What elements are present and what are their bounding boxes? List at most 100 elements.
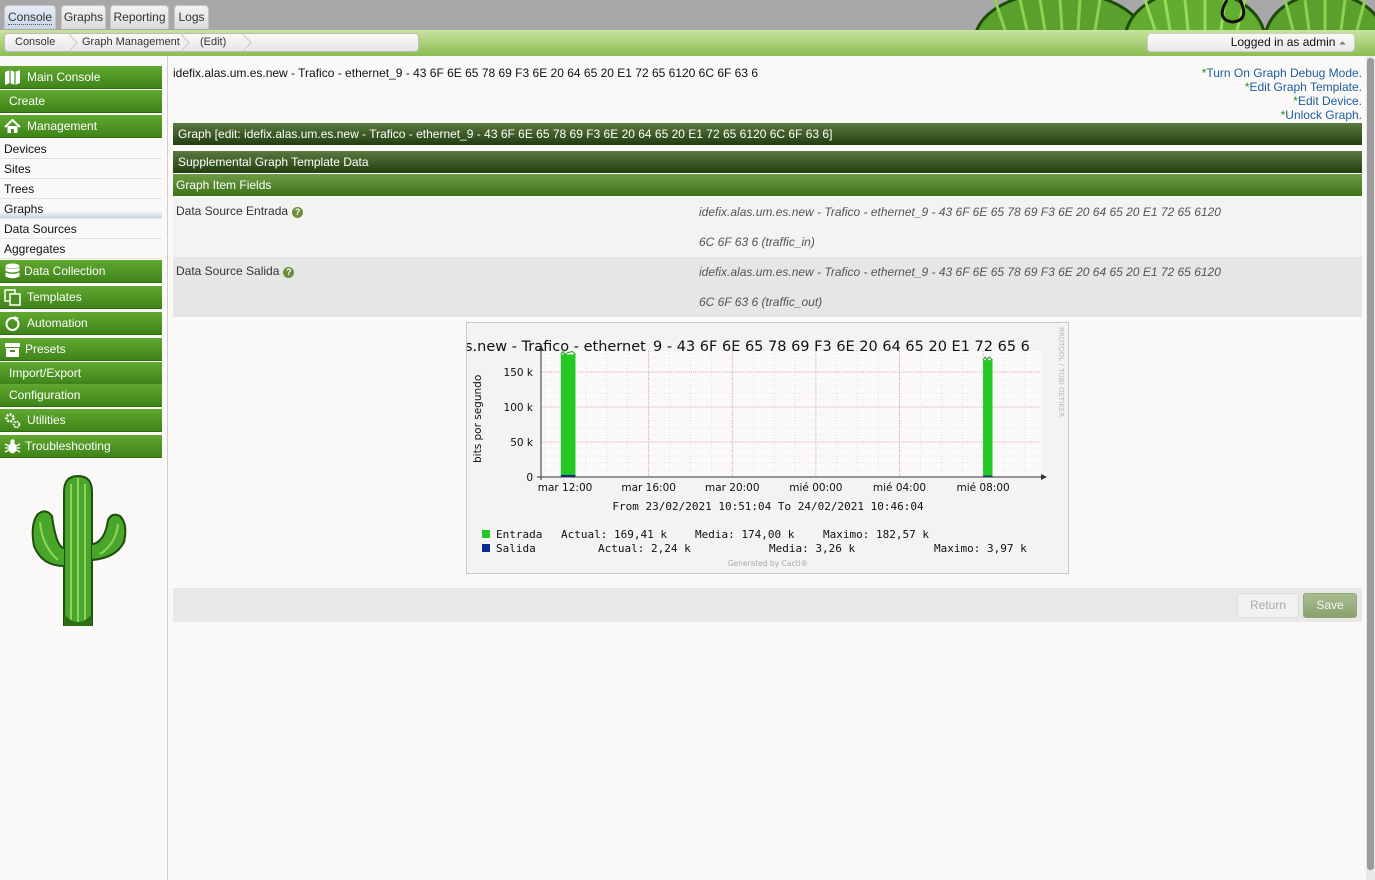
sidebar-templates-label: Templates xyxy=(27,290,82,304)
top-navigation-bar: Console Graphs Reporting Logs xyxy=(0,0,1375,30)
copy-icon xyxy=(4,289,21,306)
time-range-label: From 23/02/2021 10:51:04 To 24/02/2021 1… xyxy=(612,500,924,513)
y-axis-label: bits por segundo xyxy=(472,375,484,463)
field-value-line: 6C 6F 63 6 (traffic_out) xyxy=(699,295,823,309)
y-tick-label: 150 k xyxy=(504,367,534,379)
traffic-graph-svg: s.new - Trafico - ethernet_9 - 43 6F 6E … xyxy=(467,327,1065,568)
caret-up-icon: ⏶ xyxy=(1338,38,1346,48)
x-tick-label: mié 04:00 xyxy=(873,482,926,494)
field-value-line: idefix.alas.um.es.new - Trafico - ethern… xyxy=(699,205,1221,219)
data-source-entrada-value: idefix.alas.um.es.new - Trafico - ethern… xyxy=(699,197,1299,257)
graph-edit-header: Graph [edit: idefix.alas.um.es.new - Tra… xyxy=(173,123,1362,145)
legend-name-entrada: Entrada xyxy=(496,528,542,541)
sidebar-main-console[interactable]: Main Console xyxy=(0,66,162,89)
sidebar-automation[interactable]: Automation xyxy=(0,312,162,335)
sidebar-utilities[interactable]: Utilities xyxy=(0,409,162,432)
legend-name-salida: Salida xyxy=(496,542,536,555)
x-tick-label: mar 12:00 xyxy=(538,482,593,494)
refresh-icon xyxy=(5,316,20,331)
x-tick-label: mar 20:00 xyxy=(705,482,760,494)
sidebar-configuration[interactable]: Configuration xyxy=(0,384,162,407)
tab-console-label: Console xyxy=(7,10,53,25)
breadcrumb-separator-icon xyxy=(69,34,78,51)
tab-reporting[interactable]: Reporting xyxy=(110,5,169,29)
breadcrumb-graph-management[interactable]: Graph Management xyxy=(82,34,180,51)
breadcrumb-separator-icon xyxy=(243,34,252,51)
tab-logs-label: Logs xyxy=(178,10,205,24)
field-label-text: Data Source Salida xyxy=(176,264,280,278)
sidebar: Main Console Create Management Devices S… xyxy=(0,56,168,880)
edit-graph-template-link[interactable]: *Edit Graph Template. xyxy=(1245,80,1362,94)
legend-media-entrada: Media: 174,00 k xyxy=(695,528,795,541)
page-scrollbar[interactable] xyxy=(1366,56,1375,880)
cactus-banner-logo xyxy=(965,0,1375,30)
legend-maximo-entrada: Maximo: 182,57 k xyxy=(823,528,929,541)
save-button[interactable]: Save xyxy=(1303,593,1357,618)
help-icon[interactable]: ? xyxy=(283,267,295,278)
sidebar-management-label: Management xyxy=(27,119,98,133)
sidebar-import-export[interactable]: Import/Export xyxy=(0,362,162,385)
breadcrumb-console[interactable]: Console xyxy=(15,34,55,51)
tab-graphs[interactable]: Graphs xyxy=(61,5,106,29)
field-value-line: 6C 6F 63 6 (traffic_in) xyxy=(699,235,815,249)
cactus-logo xyxy=(31,474,127,626)
logged-in-label: Logged in as admin xyxy=(1230,35,1336,49)
gears-icon xyxy=(5,413,21,429)
traffic-graph: s.new - Trafico - ethernet_9 - 43 6F 6E … xyxy=(466,322,1069,574)
sidebar-data-collection[interactable]: Data Collection xyxy=(0,260,162,283)
help-icon[interactable]: ? xyxy=(292,207,304,218)
debug-mode-label: Turn On Graph Debug Mode. xyxy=(1206,66,1362,80)
user-menu[interactable]: Logged in as admin ⏶ xyxy=(1147,33,1355,52)
tab-graphs-label: Graphs xyxy=(63,10,104,24)
return-button[interactable]: Return xyxy=(1237,593,1299,618)
scrollbar-thumb[interactable] xyxy=(1367,58,1374,870)
sidebar-item-data-sources[interactable]: Data Sources xyxy=(0,219,162,239)
breadcrumb-bar: Console Graph Management (Edit) Logged i… xyxy=(0,30,1375,56)
home-icon xyxy=(4,118,21,133)
tab-console[interactable]: Console xyxy=(4,5,56,29)
sidebar-data-collection-label: Data Collection xyxy=(24,264,106,278)
sidebar-configuration-label: Configuration xyxy=(9,388,81,402)
sidebar-item-trees[interactable]: Trees xyxy=(0,179,162,199)
x-axis-arrow-icon xyxy=(1041,474,1047,480)
sidebar-item-sites[interactable]: Sites xyxy=(0,159,162,179)
tab-reporting-label: Reporting xyxy=(113,10,166,24)
sidebar-presets[interactable]: Presets xyxy=(0,338,162,361)
chart-footer: Generated by Cacti® xyxy=(728,559,808,568)
archive-icon xyxy=(5,343,20,357)
data-source-salida-value: idefix.alas.um.es.new - Trafico - ethern… xyxy=(699,257,1299,317)
series-area-entrada xyxy=(983,360,993,477)
y-tick-labels: 0 50 k 100 k 150 k xyxy=(504,367,534,484)
sidebar-import-export-label: Import/Export xyxy=(9,366,82,380)
database-icon xyxy=(5,263,20,279)
data-source-entrada-label: Data Source Entrada? xyxy=(176,204,304,218)
graph-item-fields-header: Graph Item Fields xyxy=(173,174,1362,196)
y-tick-label: 100 k xyxy=(504,402,534,414)
x-tick-label: mar 16:00 xyxy=(621,482,676,494)
data-source-salida-label: Data Source Salida? xyxy=(176,264,295,278)
y-tick-label: 0 xyxy=(526,472,533,484)
breadcrumb: Console Graph Management (Edit) xyxy=(4,33,419,52)
tab-logs[interactable]: Logs xyxy=(174,5,209,29)
sidebar-presets-label: Presets xyxy=(25,342,66,356)
x-tick-labels: mar 12:00 mar 16:00 mar 20:00 mié 00:00 mié … xyxy=(538,482,1010,494)
sidebar-main-console-label: Main Console xyxy=(27,70,101,84)
legend-media-salida: Media: 3,26 k xyxy=(769,542,855,555)
sidebar-templates[interactable]: Templates xyxy=(0,286,162,309)
form-actions: Return Save xyxy=(173,588,1362,622)
sidebar-create[interactable]: Create xyxy=(0,90,162,113)
sidebar-utilities-label: Utilities xyxy=(27,413,66,427)
data-source-entrada-row: Data Source Entrada? idefix.alas.um.es.n… xyxy=(173,197,1362,257)
edit-device-link[interactable]: *Edit Device. xyxy=(1293,94,1362,108)
x-tick-label: mié 08:00 xyxy=(956,482,1009,494)
unlock-graph-link[interactable]: *Unlock Graph. xyxy=(1281,108,1362,122)
sidebar-troubleshooting[interactable]: Troubleshooting xyxy=(0,435,162,458)
legend-maximo-salida: Maximo: 3,97 k xyxy=(934,542,1027,555)
sidebar-management[interactable]: Management xyxy=(0,115,162,138)
legend-swatch-entrada xyxy=(482,530,490,538)
legend-actual-salida: Actual: 2,24 k xyxy=(598,542,691,555)
sidebar-item-graphs[interactable]: Graphs xyxy=(0,199,162,219)
sidebar-item-devices[interactable]: Devices xyxy=(0,139,162,159)
sidebar-item-aggregates[interactable]: Aggregates xyxy=(0,239,162,259)
debug-mode-link[interactable]: *Turn On Graph Debug Mode. xyxy=(1202,66,1362,80)
